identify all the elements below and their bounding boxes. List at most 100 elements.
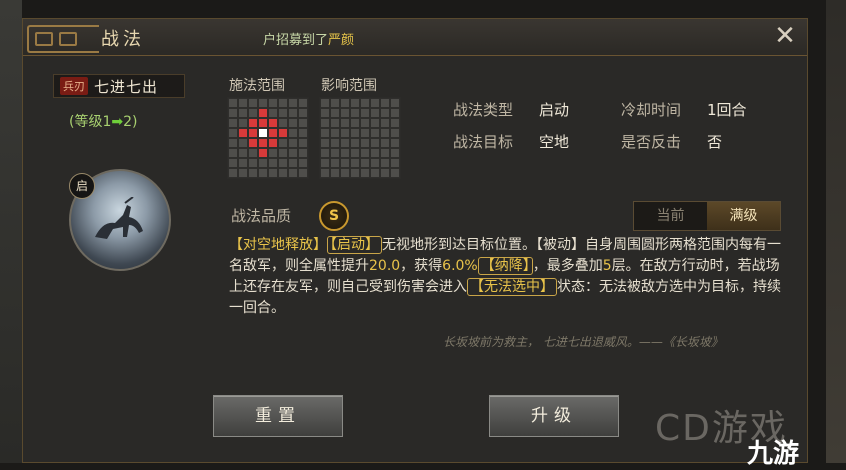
grid-cell — [370, 98, 380, 108]
skill-target-label: 战法目标 — [453, 133, 514, 151]
grid-cell — [340, 118, 350, 128]
grid-cell — [238, 168, 248, 178]
grid-cell — [360, 118, 370, 128]
grid-cell — [248, 118, 258, 128]
grid-cell — [380, 118, 390, 128]
grid-cell — [360, 98, 370, 108]
grid-cell — [278, 138, 288, 148]
grid-cell — [320, 168, 330, 178]
grid-cell — [340, 108, 350, 118]
grid-cell — [340, 98, 350, 108]
grid-cell — [370, 118, 380, 128]
skill-level: (等级1➡2) — [69, 111, 137, 131]
grid-cell — [370, 128, 380, 138]
grid-cell — [380, 98, 390, 108]
grid-cell — [248, 138, 258, 148]
reset-button[interactable]: 重置 — [213, 395, 343, 437]
grid-cell — [350, 108, 360, 118]
grid-cell — [268, 148, 278, 158]
grid-cell — [248, 108, 258, 118]
cast-range-grid — [227, 97, 309, 179]
desc-value-surrender: 6.0% — [442, 258, 478, 274]
grid-cell — [238, 138, 248, 148]
upgrade-button[interactable]: 升级 — [489, 395, 619, 437]
skill-name-box: 兵刃 七进七出 — [53, 74, 185, 98]
cooldown-label: 冷却时间 — [621, 101, 682, 119]
grid-cell — [330, 128, 340, 138]
grid-cell — [330, 148, 340, 158]
grid-cell — [288, 138, 298, 148]
grid-cell — [370, 108, 380, 118]
grid-cell — [390, 138, 400, 148]
tab-current[interactable]: 当前 — [634, 202, 707, 230]
grid-cell — [288, 148, 298, 158]
grid-cell — [360, 148, 370, 158]
grid-cell — [360, 158, 370, 168]
background-right — [826, 0, 846, 463]
grid-cell — [268, 98, 278, 108]
grid-cell — [320, 98, 330, 108]
grid-cell — [360, 168, 370, 178]
notice-general-name: 严颜 — [328, 33, 355, 48]
grid-cell — [238, 148, 248, 158]
grid-cell — [390, 158, 400, 168]
grid-cell — [380, 138, 390, 148]
grid-cell — [340, 158, 350, 168]
skill-description: 【对空地释放】 【启动】 无视地形到达目标位置。【被动】自身周围圆形两格范围内每有一… — [229, 235, 789, 319]
grid-cell — [340, 138, 350, 148]
grid-cell — [370, 148, 380, 158]
grid-cell — [380, 108, 390, 118]
grid-cell — [320, 158, 330, 168]
grid-cell — [370, 168, 380, 178]
grid-cell — [298, 128, 308, 138]
grid-cell — [350, 168, 360, 178]
grid-cell — [350, 128, 360, 138]
grid-cell — [350, 158, 360, 168]
grid-cell — [228, 158, 238, 168]
grid-cell — [330, 168, 340, 178]
skill-name: 七进七出 — [94, 77, 159, 96]
desc-tag-target: 【对空地释放】 — [229, 237, 327, 253]
grid-cell — [320, 138, 330, 148]
grid-cell — [390, 108, 400, 118]
grid-cell — [320, 128, 330, 138]
grid-cell — [370, 158, 380, 168]
grid-cell — [298, 138, 308, 148]
grid-cell — [360, 128, 370, 138]
skill-type-label: 战法类型 — [453, 101, 514, 119]
grid-cell — [238, 118, 248, 128]
desc-text-3: ，最多叠加 — [532, 258, 603, 274]
grid-cell — [228, 108, 238, 118]
cast-range-grid-svg — [228, 98, 308, 178]
grid-cell — [380, 158, 390, 168]
grid-cell — [238, 108, 248, 118]
grid-cell — [320, 118, 330, 128]
grid-cell — [228, 128, 238, 138]
grid-cell — [238, 98, 248, 108]
grid-cell — [258, 148, 268, 158]
title-ornament-icon — [27, 25, 99, 53]
grid-cell — [298, 158, 308, 168]
level-target: 2) — [123, 114, 138, 130]
grid-cell — [278, 158, 288, 168]
grid-cell — [340, 128, 350, 138]
close-button[interactable]: ✕ — [771, 22, 799, 50]
grid-cell — [390, 118, 400, 128]
level-arrow-icon: ➡ — [111, 114, 124, 130]
grid-cell — [390, 168, 400, 178]
grid-cell — [238, 158, 248, 168]
counterattack-label: 是否反击 — [621, 133, 682, 151]
level-current: (等级1 — [69, 114, 112, 130]
tab-max-level[interactable]: 满级 — [707, 202, 780, 230]
grid-cell — [268, 158, 278, 168]
dialog-title: 战法 — [101, 29, 145, 50]
desc-tag-untargetable: 【无法选中】 — [467, 278, 557, 296]
grid-cell — [278, 98, 288, 108]
grid-cell — [390, 128, 400, 138]
jiuyou-logo: 九游 — [747, 439, 800, 469]
grid-cell — [278, 148, 288, 158]
grid-cell — [288, 128, 298, 138]
grid-cell — [268, 118, 278, 128]
grid-cell — [298, 168, 308, 178]
desc-value-stack: 5 — [602, 258, 612, 274]
